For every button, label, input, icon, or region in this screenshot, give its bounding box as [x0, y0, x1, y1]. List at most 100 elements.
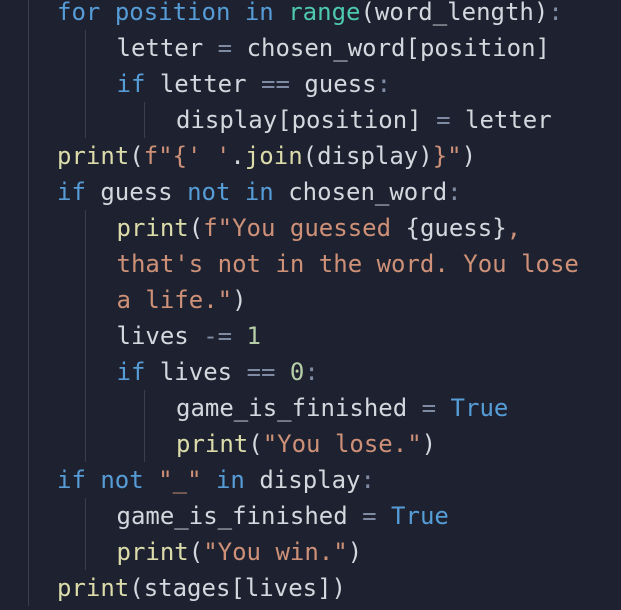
indent-guide	[28, 570, 29, 606]
code-token: 0	[289, 358, 305, 386]
code-token: a life."	[116, 286, 233, 314]
indent-guide	[144, 390, 145, 426]
indent-guide	[28, 0, 29, 30]
code-token: letter	[116, 34, 204, 62]
code-token: "_"	[158, 466, 202, 494]
indent-guide	[85, 318, 86, 354]
code-line[interactable]: print("You win.")	[117, 534, 363, 570]
code-token: "You win."	[203, 538, 348, 566]
code-token: ==	[261, 70, 290, 98]
code-token: display[position]	[176, 106, 422, 134]
code-editor[interactable]: for position in range(word_length): lette…	[0, 0, 621, 610]
code-line[interactable]: print(f"{' '.join(display)}")	[57, 138, 476, 174]
code-line[interactable]: that's not in the word. You lose	[117, 246, 579, 282]
code-token: letter	[145, 70, 261, 98]
code-token: (	[129, 142, 144, 170]
code-token: position	[114, 0, 231, 26]
indent-guide	[28, 174, 29, 210]
indent-guide	[85, 534, 86, 570]
code-token: (	[248, 430, 263, 458]
code-token: (	[188, 538, 204, 566]
code-token: 1	[246, 322, 261, 350]
indent-guide	[28, 102, 29, 138]
indent-guide	[28, 426, 29, 462]
indent-guide	[28, 246, 29, 282]
code-line[interactable]: lives -= 1	[117, 318, 262, 354]
code-token: True	[450, 394, 509, 422]
code-token: "You lose."	[262, 430, 422, 458]
code-token: =	[347, 502, 392, 530]
code-token: print	[57, 574, 130, 602]
code-token: chosen_word	[273, 178, 448, 206]
code-token: chosen_word[position]	[246, 34, 550, 62]
indent-guide	[85, 354, 86, 390]
code-line[interactable]: print(f"You guessed {guess},	[117, 210, 522, 246]
indent-guide	[85, 66, 86, 102]
code-line[interactable]: game_is_finished = True	[117, 498, 449, 534]
code-token: game_is_finished	[176, 394, 408, 422]
code-token: (display)	[302, 142, 433, 170]
indent-guide	[28, 66, 29, 102]
code-line[interactable]: if not "_" in display:	[57, 462, 375, 498]
indent-guide	[28, 354, 29, 390]
indent-guide	[144, 102, 145, 138]
code-line[interactable]: if letter == guess:	[117, 66, 392, 102]
code-token: lives	[145, 358, 247, 386]
indent-guide	[28, 462, 29, 498]
code-token: not	[100, 466, 144, 494]
code-token: f"{' '	[143, 142, 231, 170]
indent-guide	[28, 318, 29, 354]
code-token: )	[421, 430, 437, 458]
code-token: (stages[lives])	[129, 574, 346, 602]
code-line[interactable]: game_is_finished = True	[176, 390, 508, 426]
code-line[interactable]: print("You lose.")	[176, 426, 436, 462]
code-token: .	[230, 142, 245, 170]
code-token: for	[57, 0, 101, 26]
indent-guide	[85, 102, 86, 138]
code-token: =	[203, 34, 247, 62]
code-token: guess	[85, 178, 188, 206]
indent-guide	[85, 246, 86, 282]
code-token: print	[116, 214, 189, 242]
code-token: )	[347, 538, 363, 566]
code-line[interactable]: print(stages[lives])	[57, 570, 346, 606]
code-token: ==	[246, 358, 276, 386]
code-line[interactable]: letter = chosen_word[position]	[117, 30, 551, 66]
indent-guide	[85, 390, 86, 426]
code-token: not in	[187, 178, 274, 206]
code-token: range	[288, 0, 361, 26]
code-token: letter	[465, 106, 552, 134]
code-token: join	[244, 142, 303, 170]
code-token: ,	[506, 214, 522, 242]
code-token: display	[244, 466, 361, 494]
indent-guide	[28, 390, 29, 426]
code-token: :	[304, 358, 319, 386]
code-token: {guess}	[405, 214, 507, 242]
code-line[interactable]: a life.")	[117, 282, 247, 318]
code-line[interactable]: for position in range(word_length):	[57, 0, 563, 30]
code-line[interactable]: display[position] = letter	[176, 102, 552, 138]
code-token: lives	[116, 322, 189, 350]
code-token: print	[57, 142, 130, 170]
code-token: (word_length)	[360, 0, 549, 26]
code-token: -=	[188, 322, 247, 350]
code-token: True	[391, 502, 449, 530]
code-token: print	[176, 430, 249, 458]
code-line[interactable]: if lives == 0:	[117, 354, 319, 390]
code-token: =	[421, 106, 465, 134]
indent-guide	[85, 498, 86, 534]
code-token: print	[116, 538, 189, 566]
code-token: in	[244, 0, 274, 26]
indent-guide	[85, 30, 86, 66]
code-token: if	[116, 70, 146, 98]
indent-guide	[28, 210, 29, 246]
code-token: }"	[432, 142, 462, 170]
indent-guide	[28, 282, 29, 318]
code-token: if	[57, 466, 86, 494]
code-line[interactable]: if guess not in chosen_word:	[57, 174, 462, 210]
indent-guide	[28, 534, 29, 570]
